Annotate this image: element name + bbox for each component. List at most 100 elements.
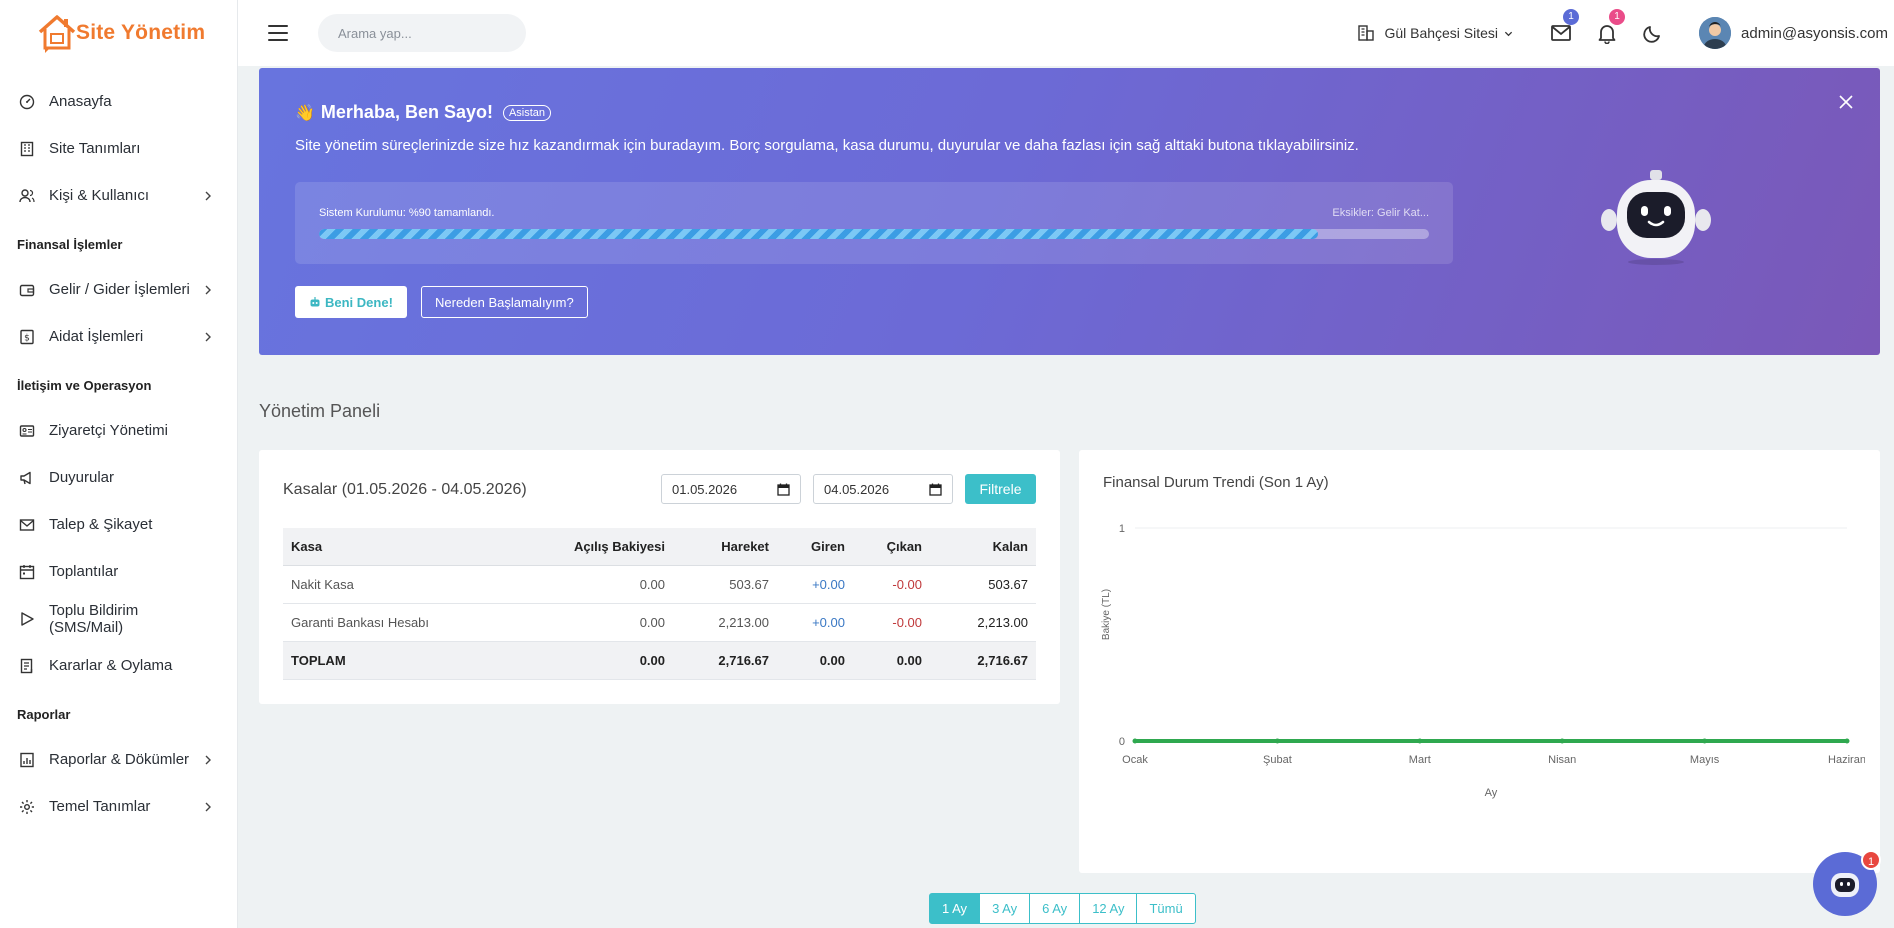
sidebar-item-anasayfa[interactable]: Anasayfa [0,78,237,125]
table-cell: +0.00 [777,603,853,642]
setup-missing-label: Eksikler: Gelir Kat... [1332,207,1429,219]
date-to-value: 04.05.2026 [824,481,890,497]
topbar: Gül Bahçesi Sitesi 1 1 admin@asyonsis.co… [238,0,1894,66]
try-me-button[interactable]: Beni Dene! [295,286,407,318]
filter-button[interactable]: Filtrele [965,474,1036,504]
range-button-3-ay[interactable]: 3 Ay [979,893,1031,924]
kasa-table: Kasa Açılış Bakiyesi Hareket Giren Çıkan… [283,528,1036,680]
site-selector[interactable]: Gül Bahçesi Sitesi [1357,24,1513,42]
range-button-12-ay[interactable]: 12 Ay [1079,893,1138,924]
sidebar-item-raporlar[interactable]: Raporlar & Dökümler [0,736,237,783]
data-point [1417,738,1423,744]
hamburger-menu-icon[interactable] [268,25,288,41]
data-point [1132,738,1138,744]
close-icon[interactable] [1838,94,1854,110]
table-cell: TOPLAM [283,641,483,680]
messages-button[interactable]: 1 [1549,9,1580,45]
sidebar-item-label: Toplantılar [49,563,119,580]
banner-subtitle: Site yönetim süreçlerinizde size hız kaz… [295,137,1359,154]
sidebar-menu: Anasayfa Site Tanımları Kişi & Kullanıcı… [0,66,237,830]
sidebar-item-label: Ziyaretçi Yönetimi [49,422,168,439]
setup-progress-label: Sistem Kurulumu: %90 tamamlandı. [319,207,495,219]
x-tick-label: Haziran [1828,754,1865,766]
y-axis-title: Bakiye (TL) [1101,589,1112,640]
column-header: Hareket [673,528,777,566]
range-button-1-ay[interactable]: 1 Ay [929,893,981,924]
sidebar-section-reports: Raporlar [17,707,71,722]
sidebar-section-finance: Finansal İşlemler [17,237,123,252]
calendar-icon[interactable] [929,483,942,496]
sidebar-item-label: Gelir / Gider İşlemleri [49,281,190,298]
building-icon [19,141,35,157]
moon-icon [1643,26,1660,43]
chevron-right-icon [205,332,211,341]
sidebar-item-kisi-kullanici[interactable]: Kişi & Kullanıcı [0,172,237,219]
sidebar-item-talep-sikayet[interactable]: Talep & Şikayet [0,501,237,548]
trend-card-title: Finansal Durum Trendi (Son 1 Ay) [1103,474,1329,491]
report-icon [19,752,35,768]
table-cell: -0.00 [853,603,930,642]
sidebar-item-temel-tanimlar[interactable]: Temel Tanımlar [0,783,237,830]
date-from-value: 01.05.2026 [672,481,738,497]
assistant-tag: Asistan [502,104,552,121]
user-menu[interactable]: admin@asyonsis.com [1699,17,1888,49]
logo-text: Site Yönetim [76,21,206,44]
table-cell: 2,213.00 [673,603,777,642]
table-header-row: Kasa Açılış Bakiyesi Hareket Giren Çıkan… [283,528,1036,566]
sidebar-item-label: Duyurular [49,469,115,486]
table-cell: -0.00 [853,565,930,604]
logo[interactable]: Site Yönetim [0,0,237,66]
setup-progress-box: Sistem Kurulumu: %90 tamamlandı. Eksikle… [295,182,1453,264]
robot-mascot-icon [1601,170,1711,265]
range-button-tumu[interactable]: Tümü [1136,893,1196,924]
sidebar-item-label: Anasayfa [49,93,112,110]
send-icon [19,611,35,627]
data-point [1274,738,1280,744]
date-to-input[interactable]: 04.05.2026 [813,474,953,504]
bell-icon [1598,25,1616,44]
where-to-start-button[interactable]: Nereden Başlamalıyım? [421,286,588,318]
sidebar-item-kararlar[interactable]: Kararlar & Oylama [0,642,237,689]
x-axis-title: Ay [1485,787,1498,799]
sidebar-item-ziyaretci[interactable]: Ziyaretçi Yönetimi [0,407,237,454]
wallet-icon [19,282,35,298]
calendar-icon[interactable] [777,483,790,496]
search-box [318,14,526,52]
table-cell: 503.67 [930,565,1036,604]
assistant-chat-button[interactable]: 1 [1813,850,1881,916]
sidebar-item-toplantilar[interactable]: Toplantılar [0,548,237,595]
range-button-6-ay[interactable]: 6 Ay [1029,893,1081,924]
svg-text:$: $ [24,333,30,343]
table-cell: 2,213.00 [930,603,1036,642]
sidebar-item-label: Aidat İşlemleri [49,328,144,345]
sidebar-item-toplu-bildirim[interactable]: Toplu Bildirim (SMS/Mail) [0,595,237,642]
sidebar-item-label: Site Tanımları [49,140,141,157]
kasa-card: Kasalar (01.05.2026 - 04.05.2026) 01.05.… [259,450,1060,704]
sidebar-item-aidat[interactable]: $ Aidat İşlemleri [0,313,237,360]
sidebar-item-site-tanimlari[interactable]: Site Tanımları [0,125,237,172]
table-total-row: TOPLAM 0.00 2,716.67 0.00 0.00 2,716.67 [283,641,1036,680]
sidebar-item-label: Kararlar & Oylama [49,657,173,674]
table-cell: +0.00 [777,565,853,604]
dark-mode-toggle[interactable] [1641,21,1665,45]
notifications-button[interactable]: 1 [1595,9,1626,45]
sidebar: Site Yönetim Anasayfa Site Tanımları Kiş… [0,0,238,928]
gear-icon [19,799,35,815]
sidebar-item-gelir-gider[interactable]: Gelir / Gider İşlemleri [0,266,237,313]
wave-hand-icon: 👋 [295,104,315,122]
assistant-banner: 👋 Merhaba, Ben Sayo! Asistan Site yöneti… [259,68,1880,355]
notifications-badge: 1 [1609,9,1626,25]
table-cell: 503.67 [673,565,777,604]
column-header: Açılış Bakiyesi [483,528,673,566]
chevron-down-icon [1504,31,1513,36]
robot-icon [310,297,320,307]
building-icon [1358,25,1375,41]
date-from-input[interactable]: 01.05.2026 [661,474,801,504]
table-cell: 0.00 [483,603,673,642]
data-point [1559,738,1565,744]
sidebar-item-duyurular[interactable]: Duyurular [0,454,237,501]
x-tick-label: Mart [1409,754,1431,766]
table-cell: Garanti Bankası Hesabı [283,603,483,642]
chevron-right-icon [205,285,211,294]
search-input[interactable] [338,25,514,41]
